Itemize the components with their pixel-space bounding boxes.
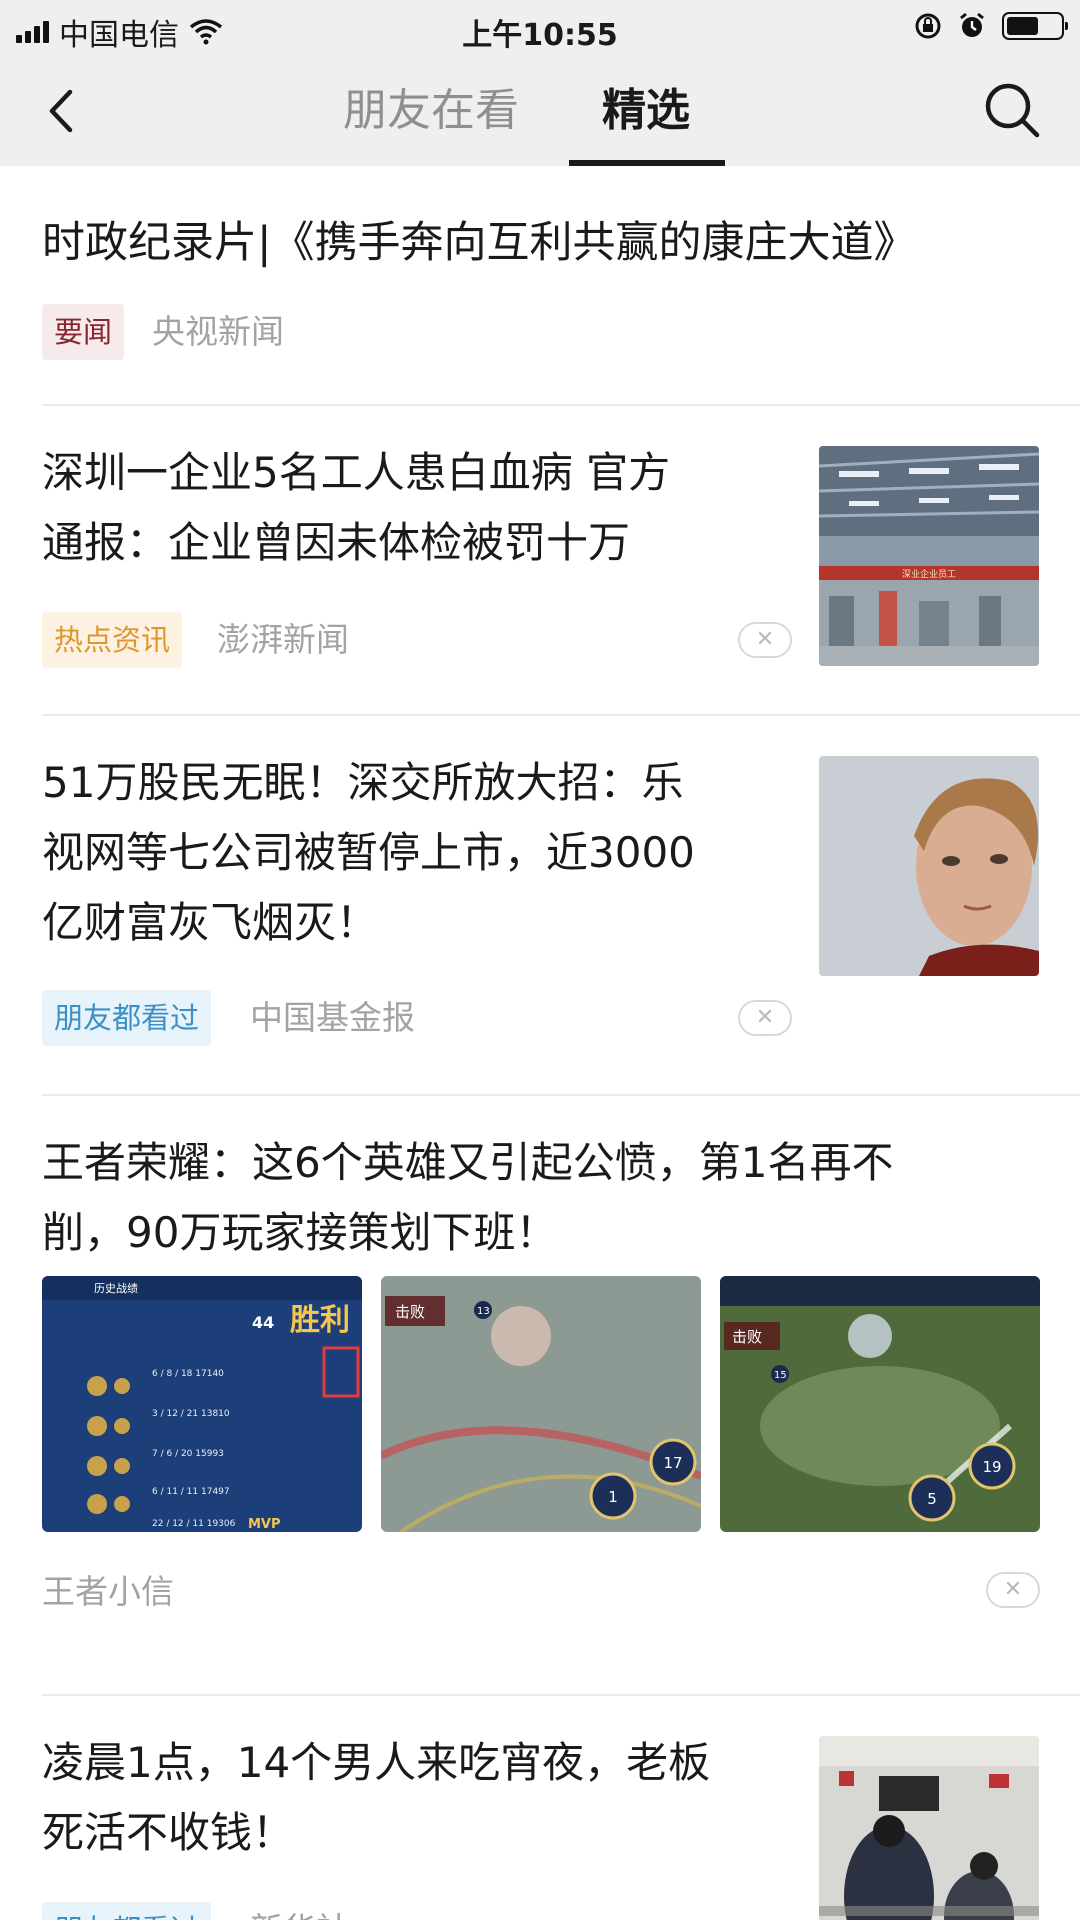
game-screenshot[interactable]: 历史战绩 44 胜利 6 / 8 / 18 17140 3 / 12 / 21 …: [42, 1276, 362, 1532]
dismiss-icon[interactable]: ✕: [738, 622, 792, 658]
tab-friends-reading[interactable]: 朋友在看: [343, 76, 519, 146]
article-thumbnail[interactable]: [819, 756, 1039, 976]
tag-badge: 朋友都看过: [42, 990, 212, 1046]
stat-row: 6 / 8 / 18 17140: [152, 1369, 224, 1379]
article-title[interactable]: 王者荣耀：这6个英雄又引起公愤，第1名再不 削，90万玩家接策划下班！: [42, 1128, 893, 1268]
battery-icon: [1002, 12, 1068, 40]
tab-selected[interactable]: 精选: [602, 76, 690, 146]
article-title[interactable]: 51万股民无眠！深交所放大招：乐 视网等七公司被暂停上市，近3000 亿财富灰飞…: [42, 748, 695, 958]
article-card[interactable]: 51万股民无眠！深交所放大招：乐 视网等七公司被暂停上市，近3000 亿财富灰飞…: [0, 716, 1080, 1096]
level-badge: 13: [477, 1306, 490, 1317]
article-card[interactable]: 时政纪录片|《携手奔向互利共赢的康庄大道》 要闻 央视新闻: [0, 166, 1080, 406]
image-caption: 击败: [395, 1303, 425, 1321]
title-line: 死活不收钱！: [42, 1808, 295, 1857]
title-line: 视网等七公司被暂停上市，近3000: [42, 828, 695, 877]
article-card[interactable]: 深圳一企业5名工人患白血病 官方 通报：企业曾因未体检被罚十万 热点资讯 澎湃新…: [0, 406, 1080, 716]
article-thumbnail[interactable]: 深业企业员工: [819, 446, 1039, 666]
banner-text: 深业企业员工: [902, 568, 956, 580]
restaurant-image: [819, 1736, 1039, 1920]
image-caption: 历史战绩: [94, 1282, 138, 1295]
score-text: 44: [252, 1313, 274, 1332]
article-feed: 时政纪录片|《携手奔向互利共赢的康庄大道》 要闻 央视新闻 深圳一企业5名工人患…: [0, 166, 1080, 1920]
source-label: 王者小信: [42, 1572, 174, 1611]
title-line: 51万股民无眠！深交所放大招：乐: [42, 758, 684, 807]
title-line: 王者荣耀：这6个英雄又引起公愤，第1名再不: [42, 1138, 894, 1187]
image-caption: 击败: [732, 1328, 762, 1346]
stat-row: 3 / 12 / 21 13810: [152, 1409, 230, 1419]
source-label: 央视新闻: [152, 312, 284, 351]
nav-bar: 朋友在看 精选: [0, 56, 1080, 166]
dismiss-icon[interactable]: ✕: [986, 1572, 1040, 1608]
stat-row: 7 / 6 / 20 15993: [152, 1449, 224, 1459]
status-bar: 中国电信 上午10:55: [0, 0, 1080, 56]
title-line: 削，90万玩家接策划下班！: [42, 1208, 558, 1257]
title-line: 亿财富灰飞烟灭！: [42, 898, 379, 947]
article-title[interactable]: 凌晨1点，14个男人来吃宵夜，老板 死活不收钱！: [42, 1728, 710, 1868]
battle-image: 击败 15 19 5: [720, 1276, 1040, 1532]
skill-cooldown: 17: [663, 1454, 682, 1472]
stat-row: 22 / 12 / 11 19306: [152, 1519, 236, 1529]
skill-cooldown: 5: [927, 1490, 937, 1508]
stat-row: 6 / 11 / 11 17497: [152, 1487, 230, 1497]
mvp-label: MVP: [248, 1517, 281, 1532]
tag-badge: 热点资讯: [42, 612, 183, 668]
article-thumbnail[interactable]: [819, 1736, 1039, 1920]
victory-text: 胜利: [290, 1303, 350, 1338]
article-card[interactable]: 凌晨1点，14个男人来吃宵夜，老板 死活不收钱！ 朋友都看过 新华社: [0, 1696, 1080, 1920]
portrait-image: [819, 756, 1039, 976]
tag-badge: 朋友都看过: [42, 1902, 212, 1920]
battle-image: 击败 13 17 1: [381, 1276, 701, 1532]
factory-image: 深业企业员工: [819, 446, 1039, 666]
dismiss-icon[interactable]: ✕: [738, 1000, 792, 1036]
title-line: 深圳一企业5名工人患白血病 官方: [42, 448, 671, 497]
game-screenshot[interactable]: 击败 13 17 1: [381, 1276, 701, 1532]
match-history-image: 历史战绩 44 胜利 6 / 8 / 18 17140 3 / 12 / 21 …: [42, 1276, 362, 1532]
search-icon[interactable]: [982, 80, 1042, 140]
skill-cooldown: 1: [608, 1488, 618, 1506]
level-badge: 15: [774, 1370, 787, 1381]
article-title[interactable]: 深圳一企业5名工人患白血病 官方 通报：企业曾因未体检被罚十万: [42, 438, 670, 578]
status-right: [914, 12, 1068, 40]
article-card[interactable]: 王者荣耀：这6个英雄又引起公愤，第1名再不 削，90万玩家接策划下班！ 历史战绩…: [0, 1096, 1080, 1696]
back-icon[interactable]: [38, 86, 88, 136]
article-title[interactable]: 时政纪录片|《携手奔向互利共赢的康庄大道》: [42, 208, 917, 278]
rotation-lock-icon: [915, 13, 941, 39]
title-line: 凌晨1点，14个男人来吃宵夜，老板: [42, 1738, 711, 1787]
game-screenshot[interactable]: 击败 15 19 5: [720, 1276, 1040, 1532]
top-bar: 中国电信 上午10:55 朋友在看 精选: [0, 0, 1080, 166]
tag-badge: 要闻: [42, 304, 125, 360]
source-label: 新华社: [250, 1902, 349, 1920]
skill-cooldown: 19: [982, 1458, 1001, 1476]
alarm-icon: [960, 12, 984, 37]
source-label: 澎湃新闻: [217, 620, 349, 659]
source-label: 中国基金报: [250, 998, 415, 1037]
title-line: 通报：企业曾因未体检被罚十万: [42, 518, 631, 567]
